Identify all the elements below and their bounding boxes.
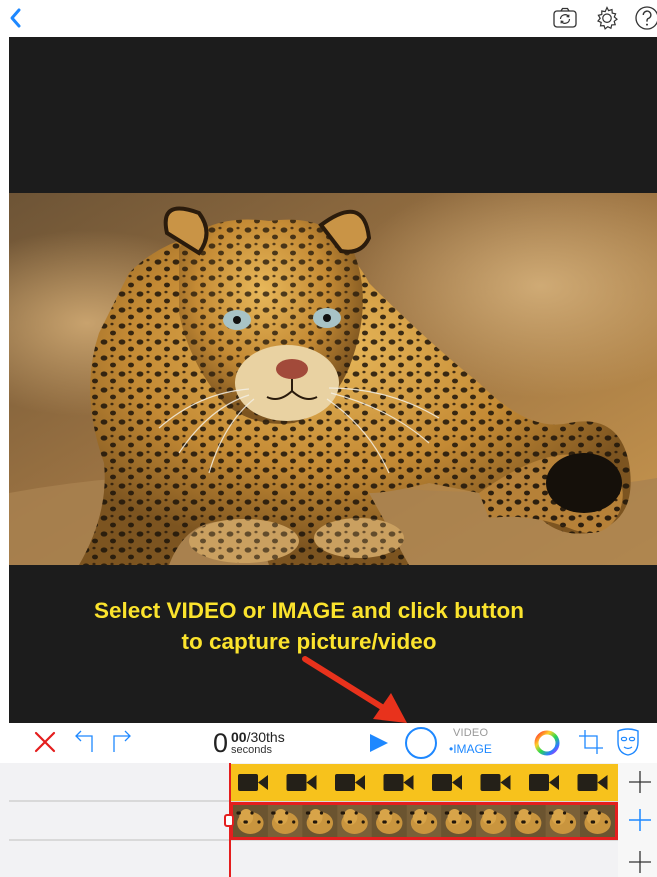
capture-button[interactable] [404,726,438,760]
image-thumbnail [510,805,546,837]
timeline [0,763,657,877]
hint-arrow-icon [302,656,407,723]
time-unit-label: seconds [231,744,272,756]
mask-face-icon[interactable] [614,727,642,757]
image-thumbnail-strip [233,805,615,837]
time-fraction-value: 00 [231,729,247,745]
video-clip-camera-icon [286,774,317,791]
image-track[interactable] [230,802,618,840]
time-fraction: 00/30ths [231,730,285,744]
delete-x-icon[interactable] [33,730,57,754]
crop-icon[interactable] [577,728,605,756]
undo-icon[interactable] [73,730,97,754]
image-thumbnail [233,805,268,837]
video-track[interactable] [230,764,618,801]
video-clip-camera-icon [238,774,268,791]
video-clip-camera-icon [480,774,511,791]
help-icon[interactable] [633,4,657,32]
time-fraction-unit: /30ths [246,729,285,745]
image-thumbnail [476,805,511,837]
color-wheel-icon[interactable] [533,729,561,757]
video-clip-camera-icon [529,774,559,791]
video-clip-camera-icon [577,774,608,791]
image-thumbnail [337,805,372,837]
add-video-track-plus-icon[interactable] [627,769,653,795]
mode-video-option[interactable]: VIDEO [453,727,488,739]
add-image-track-plus-icon[interactable] [627,807,653,833]
image-thumbnail [371,805,407,837]
add-track-plus-icon[interactable] [627,849,653,875]
top-nav-bar [0,0,657,37]
hint-line-1: Select VIDEO or IMAGE and click button [93,598,525,623]
camera-switch-icon[interactable] [551,4,579,32]
redo-icon[interactable] [109,730,133,754]
hint-line-2: to capture picture/video [181,629,437,654]
app-window: Select VIDEO or IMAGE and click button t… [0,0,657,877]
image-thumbnail [302,805,338,837]
playhead-handle[interactable] [224,814,234,827]
image-thumbnail [580,805,615,837]
image-thumbnail [267,805,303,837]
video-clip-icons [238,774,608,791]
camera-preview: Select VIDEO or IMAGE and click button t… [9,37,657,723]
play-icon[interactable] [368,732,390,754]
back-chevron-icon[interactable] [4,4,30,32]
image-thumbnail [441,805,477,837]
video-clip-camera-icon [335,774,365,791]
edit-toolbar: 0 00/30ths seconds VIDEO •IMAGE [0,723,657,763]
mode-image-option[interactable]: •IMAGE [449,742,492,756]
video-clip-camera-icon [432,774,462,791]
image-thumbnail [406,805,442,837]
leopard-photo [9,193,657,565]
video-clip-camera-icon [383,774,414,791]
capture-hint-text: Select VIDEO or IMAGE and click button t… [9,595,609,657]
settings-gear-icon[interactable] [593,4,621,32]
image-thumbnail [545,805,581,837]
time-seconds: 0 [213,728,229,758]
